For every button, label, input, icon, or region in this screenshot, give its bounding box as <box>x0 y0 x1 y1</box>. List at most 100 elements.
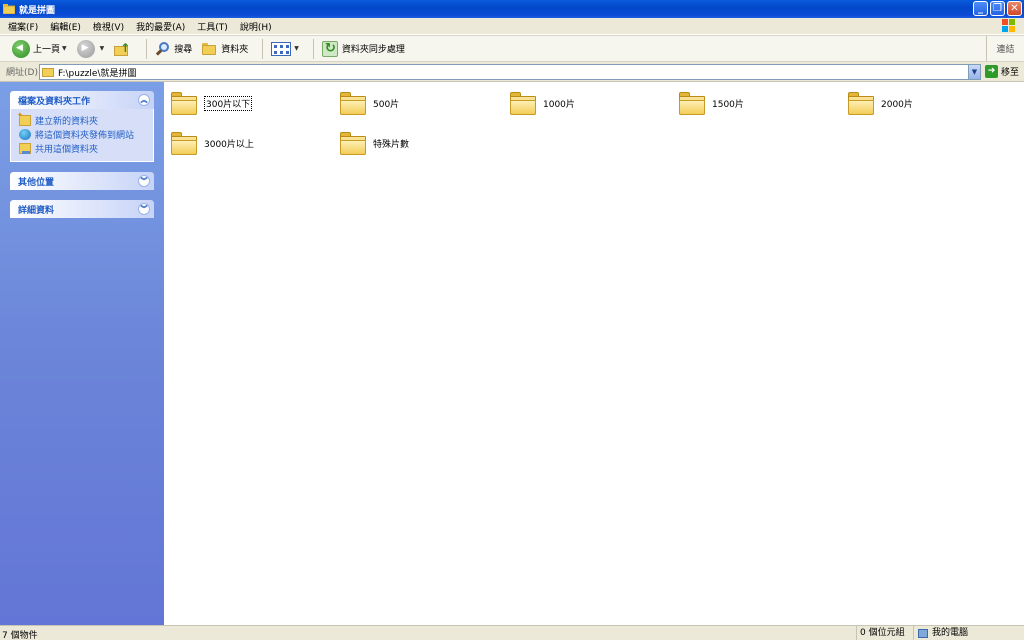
folder-name: 2000片 <box>881 99 913 110</box>
folder-icon <box>847 90 875 116</box>
folder-name: 500片 <box>373 99 400 110</box>
folder-item[interactable]: 2000片 <box>847 88 913 118</box>
folder-icon <box>42 67 54 77</box>
task-label: 共用這個資料夾 <box>35 144 99 155</box>
restore-button[interactable]: ❐ <box>990 1 1005 16</box>
folder-icon <box>339 130 367 156</box>
back-dropdown-icon[interactable]: ▼ <box>62 45 67 52</box>
back-arrow-icon <box>12 39 30 58</box>
folders-label: 資料夾 <box>221 45 249 55</box>
task-new-folder[interactable]: 建立新的資料夾 <box>17 111 147 127</box>
folder-name: 300片以下 <box>204 95 253 111</box>
task-label: 將這個資料夾發佈到網站 <box>35 130 135 141</box>
location-label: 我的電腦 <box>932 628 969 638</box>
folders-button[interactable]: 資料夾 <box>200 37 250 61</box>
folder-icon <box>509 90 537 116</box>
folder-item[interactable]: 300片以下 <box>170 88 253 118</box>
address-label: 網址(D) <box>6 68 38 78</box>
views-icon <box>271 41 292 56</box>
task-label: 建立新的資料夾 <box>35 116 99 127</box>
window-title: 就是拼圖 <box>19 5 56 16</box>
up-folder-icon: ↑ <box>114 41 130 57</box>
close-button[interactable]: ✕ <box>1007 1 1022 16</box>
location-zone: 我的電腦 <box>913 626 1024 640</box>
up-folder-button[interactable]: ↑ <box>112 37 134 61</box>
search-label: 搜尋 <box>174 45 193 55</box>
folder-name: 1500片 <box>712 99 744 110</box>
back-label: 上一頁 <box>33 45 61 55</box>
folder-icon <box>339 90 367 116</box>
other-places-title: 其他位置 <box>18 177 55 188</box>
expand-chevron-icon[interactable]: ︾ <box>138 175 150 187</box>
folder-icon <box>170 90 198 116</box>
address-dropdown-icon[interactable]: ▼ <box>968 65 980 79</box>
windows-logo-icon <box>1002 19 1016 33</box>
file-tasks-header[interactable]: 檔案及資料夾工作 ︽ <box>10 91 154 109</box>
other-places-panel: 其他位置 ︾ <box>10 172 154 190</box>
toolbar-separator <box>146 38 148 59</box>
file-tasks-body: 建立新的資料夾 將這個資料夾發佈到網站 共用這個資料夾 <box>10 109 154 162</box>
address-value: F:\puzzle\就是拼圖 <box>58 68 137 79</box>
toolbar-separator <box>312 38 314 59</box>
forward-button[interactable]: ▼ <box>75 37 107 61</box>
other-places-header[interactable]: 其他位置 ︾ <box>10 172 154 190</box>
links-button[interactable]: 連結 <box>986 36 1024 61</box>
menu-bar: 檔案(F) 編輯(E) 檢視(V) 我的最愛(A) 工具(T) 說明(H) <box>0 18 1024 35</box>
file-tasks-title: 檔案及資料夾工作 <box>18 96 91 107</box>
go-arrow-icon: ➜ <box>985 65 998 78</box>
details-header[interactable]: 詳細資料 ︾ <box>10 200 154 218</box>
folder-icon <box>170 130 198 156</box>
forward-arrow-icon <box>76 39 95 58</box>
folder-item[interactable]: 3000片以上 <box>170 128 254 158</box>
computer-icon <box>918 628 928 638</box>
folder-item[interactable]: 1500片 <box>678 88 744 118</box>
folder-icon <box>678 90 706 116</box>
menu-view[interactable]: 檢視(V) <box>93 20 124 33</box>
folder-sync-button[interactable]: 資料夾同步處理 <box>320 37 407 61</box>
total-size: 0 個位元組 <box>856 626 912 640</box>
folder-item[interactable]: 1000片 <box>509 88 575 118</box>
title-bar[interactable]: 就是拼圖 _ ❐ ✕ <box>0 0 1024 18</box>
search-icon <box>155 41 171 57</box>
expand-chevron-icon[interactable]: ︾ <box>138 203 150 215</box>
views-dropdown-icon[interactable]: ▼ <box>294 45 299 52</box>
menu-favorites[interactable]: 我的最愛(A) <box>136 20 185 33</box>
folder-name: 特殊片數 <box>373 139 410 150</box>
menu-edit[interactable]: 編輯(E) <box>50 20 81 33</box>
toolbar: 上一頁 ▼ ▼ ↑ 搜尋 資料夾 ▼ 資料夾同步處理 連結 <box>0 35 1024 62</box>
task-publish-web[interactable]: 將這個資料夾發佈到網站 <box>19 127 147 141</box>
globe-icon <box>19 128 31 140</box>
folder-icon <box>2 4 16 15</box>
file-tasks-panel: 檔案及資料夾工作 ︽ 建立新的資料夾 將這個資料夾發佈到網站 共用這個資料夾 <box>10 91 154 162</box>
object-count: 7 個物件 <box>2 631 38 640</box>
views-button[interactable]: ▼ <box>269 37 301 61</box>
minimize-button[interactable]: _ <box>973 1 988 16</box>
sync-icon <box>321 40 338 57</box>
back-button[interactable]: 上一頁 ▼ <box>10 37 69 61</box>
folder-item[interactable]: 500片 <box>339 88 399 118</box>
status-bar: 7 個物件 0 個位元組 我的電腦 <box>0 625 1024 640</box>
address-bar: 網址(D) F:\puzzle\就是拼圖 ▼ ➜ 移至 <box>0 62 1024 82</box>
toolbar-separator <box>262 38 264 59</box>
new-folder-icon <box>17 111 31 126</box>
search-button[interactable]: 搜尋 <box>153 37 194 61</box>
folder-item[interactable]: 特殊片數 <box>339 128 409 158</box>
task-share-folder[interactable]: 共用這個資料夾 <box>19 141 147 155</box>
task-pane: 檔案及資料夾工作 ︽ 建立新的資料夾 將這個資料夾發佈到網站 共用這個資料夾 其… <box>0 82 164 625</box>
menu-file[interactable]: 檔案(F) <box>8 20 38 33</box>
folders-icon <box>202 42 218 56</box>
folder-name: 1000片 <box>543 99 575 110</box>
sync-label: 資料夾同步處理 <box>341 45 405 55</box>
menu-tools[interactable]: 工具(T) <box>197 20 228 33</box>
details-title: 詳細資料 <box>18 205 55 216</box>
go-button[interactable]: ➜ 移至 <box>985 65 1019 78</box>
details-panel: 詳細資料 ︾ <box>10 200 154 218</box>
address-input[interactable]: F:\puzzle\就是拼圖 ▼ <box>39 64 981 80</box>
share-folder-icon <box>19 142 31 154</box>
folder-name: 3000片以上 <box>204 139 254 150</box>
collapse-chevron-icon[interactable]: ︽ <box>138 94 150 106</box>
go-label: 移至 <box>1001 68 1020 78</box>
forward-dropdown-icon[interactable]: ▼ <box>100 45 105 52</box>
menu-help[interactable]: 說明(H) <box>240 20 272 33</box>
folder-view[interactable]: 300片以下 500片 1000片 1500片 2000片 3000片以上 特殊… <box>164 82 1024 625</box>
